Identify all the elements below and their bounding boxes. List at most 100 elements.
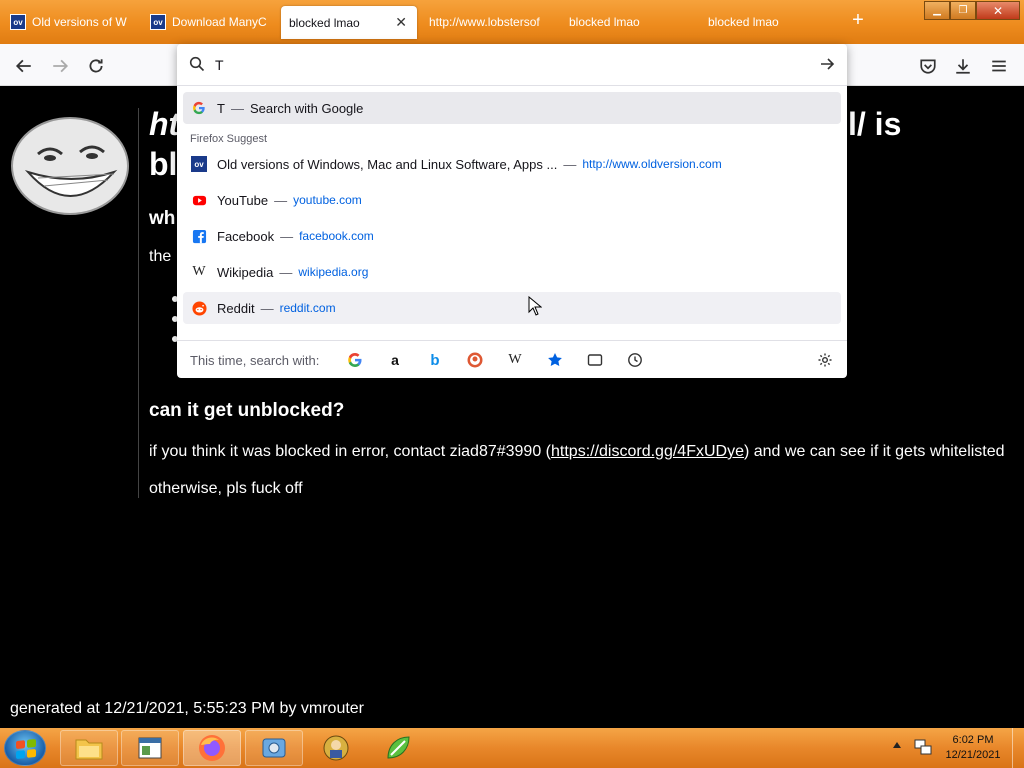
content-divider	[138, 108, 139, 498]
clock-date: 12/21/2021	[945, 749, 1001, 761]
tabs-icon[interactable]	[586, 351, 604, 369]
firefox-icon	[199, 735, 225, 761]
google-icon	[191, 100, 207, 116]
amazon-icon[interactable]: a	[386, 351, 404, 369]
suggestion-title: Wikipedia	[217, 264, 274, 280]
suggestion-url: http://www.oldversion.com	[582, 157, 722, 171]
closing-text: otherwise, pls fuck off	[149, 480, 303, 497]
tab-blocked-3[interactable]: blocked lmao	[700, 6, 830, 38]
separator: —	[563, 156, 577, 172]
suggestion-reddit[interactable]: Reddit — reddit.com	[183, 292, 841, 324]
control-panel-icon	[262, 738, 286, 758]
taskbar-pinned-app-2[interactable]	[369, 730, 427, 766]
suggestion-title: YouTube	[217, 192, 269, 208]
taskbar-firefox[interactable]	[183, 730, 241, 766]
leaf-app-icon	[387, 736, 410, 759]
app-window-icon	[138, 737, 162, 759]
taskbar-control-panel[interactable]	[245, 730, 303, 766]
suggestion-youtube[interactable]: YouTube — youtube.com	[183, 184, 841, 216]
taskbar-explorer[interactable]	[60, 730, 118, 766]
suggestion-url: youtube.com	[293, 193, 362, 207]
tab-old-versions[interactable]: ov Old versions of W	[2, 6, 130, 38]
search-action: Search with Google	[249, 100, 364, 116]
search-google-row[interactable]: T — Search with Google	[183, 92, 841, 124]
separator: —	[279, 264, 293, 280]
tab-blocked-active[interactable]: blocked lmao ✕	[281, 6, 417, 39]
contact-text: if you think it was blocked in error, co…	[149, 443, 551, 460]
duckduckgo-icon[interactable]	[466, 351, 484, 369]
search-icon	[189, 56, 205, 72]
firefox-suggest-label: Firefox Suggest	[190, 133, 268, 145]
tab-label: blocked lmao	[708, 15, 779, 29]
reason-text: the	[149, 248, 172, 265]
suggestion-title: Facebook	[217, 228, 275, 244]
bing-icon[interactable]: b	[426, 351, 444, 369]
suggestion-title: Reddit	[217, 300, 255, 316]
clock-time: 6:02 PM	[952, 734, 994, 746]
minimize-icon[interactable]: ▁	[924, 1, 950, 20]
contact-text-end: ) and we can see if it gets whitelisted	[743, 443, 1005, 460]
mouse-cursor-icon	[528, 296, 542, 316]
restore-icon[interactable]: ❐	[950, 1, 976, 20]
taskbar-pinned-app[interactable]	[307, 730, 365, 766]
one-off-search-bar: This time, search with: a b W	[177, 340, 847, 378]
oldversion-icon: ov	[191, 156, 207, 172]
tab-download-manyc[interactable]: ov Download ManyC	[142, 6, 270, 38]
taskbar-app-window[interactable]	[121, 730, 179, 766]
suggestion-facebook[interactable]: Facebook — facebook.com	[183, 220, 841, 252]
start-button[interactable]	[4, 730, 46, 766]
oldversion-favicon: ov	[150, 14, 166, 30]
user-app-icon	[323, 735, 349, 761]
pocket-icon[interactable]	[917, 55, 939, 77]
suggestion-wikipedia[interactable]: W Wikipedia — wikipedia.org	[183, 256, 841, 288]
back-icon[interactable]	[13, 55, 35, 77]
search-query: T	[217, 100, 225, 116]
suggestion-oldversion[interactable]: ov Old versions of Windows, Mac and Linu…	[183, 148, 841, 180]
tab-label: Download ManyC	[172, 15, 267, 29]
page-heading-tail: l/ is	[848, 106, 902, 142]
bookmarks-icon[interactable]	[546, 351, 564, 369]
google-icon[interactable]	[346, 351, 364, 369]
url-dropdown: T — Search with Google Firefox Suggest o…	[177, 44, 847, 378]
window-close-icon[interactable]: ✕	[976, 1, 1020, 20]
suggestion-url: wikipedia.org	[298, 265, 369, 279]
separator: —	[274, 192, 288, 208]
suggestion-title: Old versions of Windows, Mac and Linux S…	[217, 156, 558, 172]
show-hidden-icons[interactable]	[893, 742, 901, 748]
tab-label: blocked lmao	[289, 15, 360, 30]
tab-strip: ov Old versions of W ov Download ManyC b…	[0, 0, 1024, 44]
downloads-icon[interactable]	[952, 55, 974, 77]
tab-label: Old versions of W	[32, 15, 127, 29]
forward-icon[interactable]	[49, 55, 71, 77]
search-settings-gear-icon[interactable]	[816, 351, 834, 369]
system-clock[interactable]: 6:02 PM 12/21/2021	[940, 733, 1006, 763]
page-heading-line2: bl	[149, 146, 178, 182]
tab-blocked-2[interactable]: blocked lmao	[561, 6, 691, 38]
facebook-icon	[191, 228, 207, 244]
youtube-icon	[191, 192, 207, 208]
menu-icon[interactable]	[988, 55, 1010, 77]
wikipedia-icon: W	[192, 264, 206, 279]
history-icon[interactable]	[626, 351, 644, 369]
close-tab-icon[interactable]: ✕	[395, 14, 407, 31]
wikipedia-icon[interactable]: W	[506, 351, 524, 369]
suggestion-url: facebook.com	[299, 229, 374, 243]
subheading-why: wh	[149, 208, 176, 229]
contact-paragraph: if you think it was blocked in error, co…	[149, 442, 1019, 461]
taskbar: 6:02 PM 12/21/2021	[0, 728, 1024, 768]
subheading-unblock: can it get unblocked?	[149, 400, 345, 421]
generated-footer: generated at 12/21/2021, 5:55:23 PM by v…	[10, 700, 365, 717]
oldversion-favicon: ov	[10, 14, 26, 30]
tab-label: blocked lmao	[569, 15, 640, 29]
go-arrow-icon[interactable]	[819, 56, 835, 72]
show-desktop-button[interactable]	[1012, 728, 1024, 768]
window-controls: ▁ ❐ ✕	[924, 1, 1020, 21]
trollface-image	[11, 117, 129, 215]
discord-link[interactable]: https://discord.gg/4FxUDye	[551, 443, 744, 460]
new-tab-icon[interactable]: +	[848, 10, 868, 30]
network-icon[interactable]	[913, 738, 933, 756]
url-input[interactable]	[215, 54, 795, 76]
tab-lobstersoft[interactable]: http://www.lobstersof	[421, 6, 551, 38]
reload-icon[interactable]	[85, 55, 107, 77]
separator: —	[260, 300, 274, 316]
